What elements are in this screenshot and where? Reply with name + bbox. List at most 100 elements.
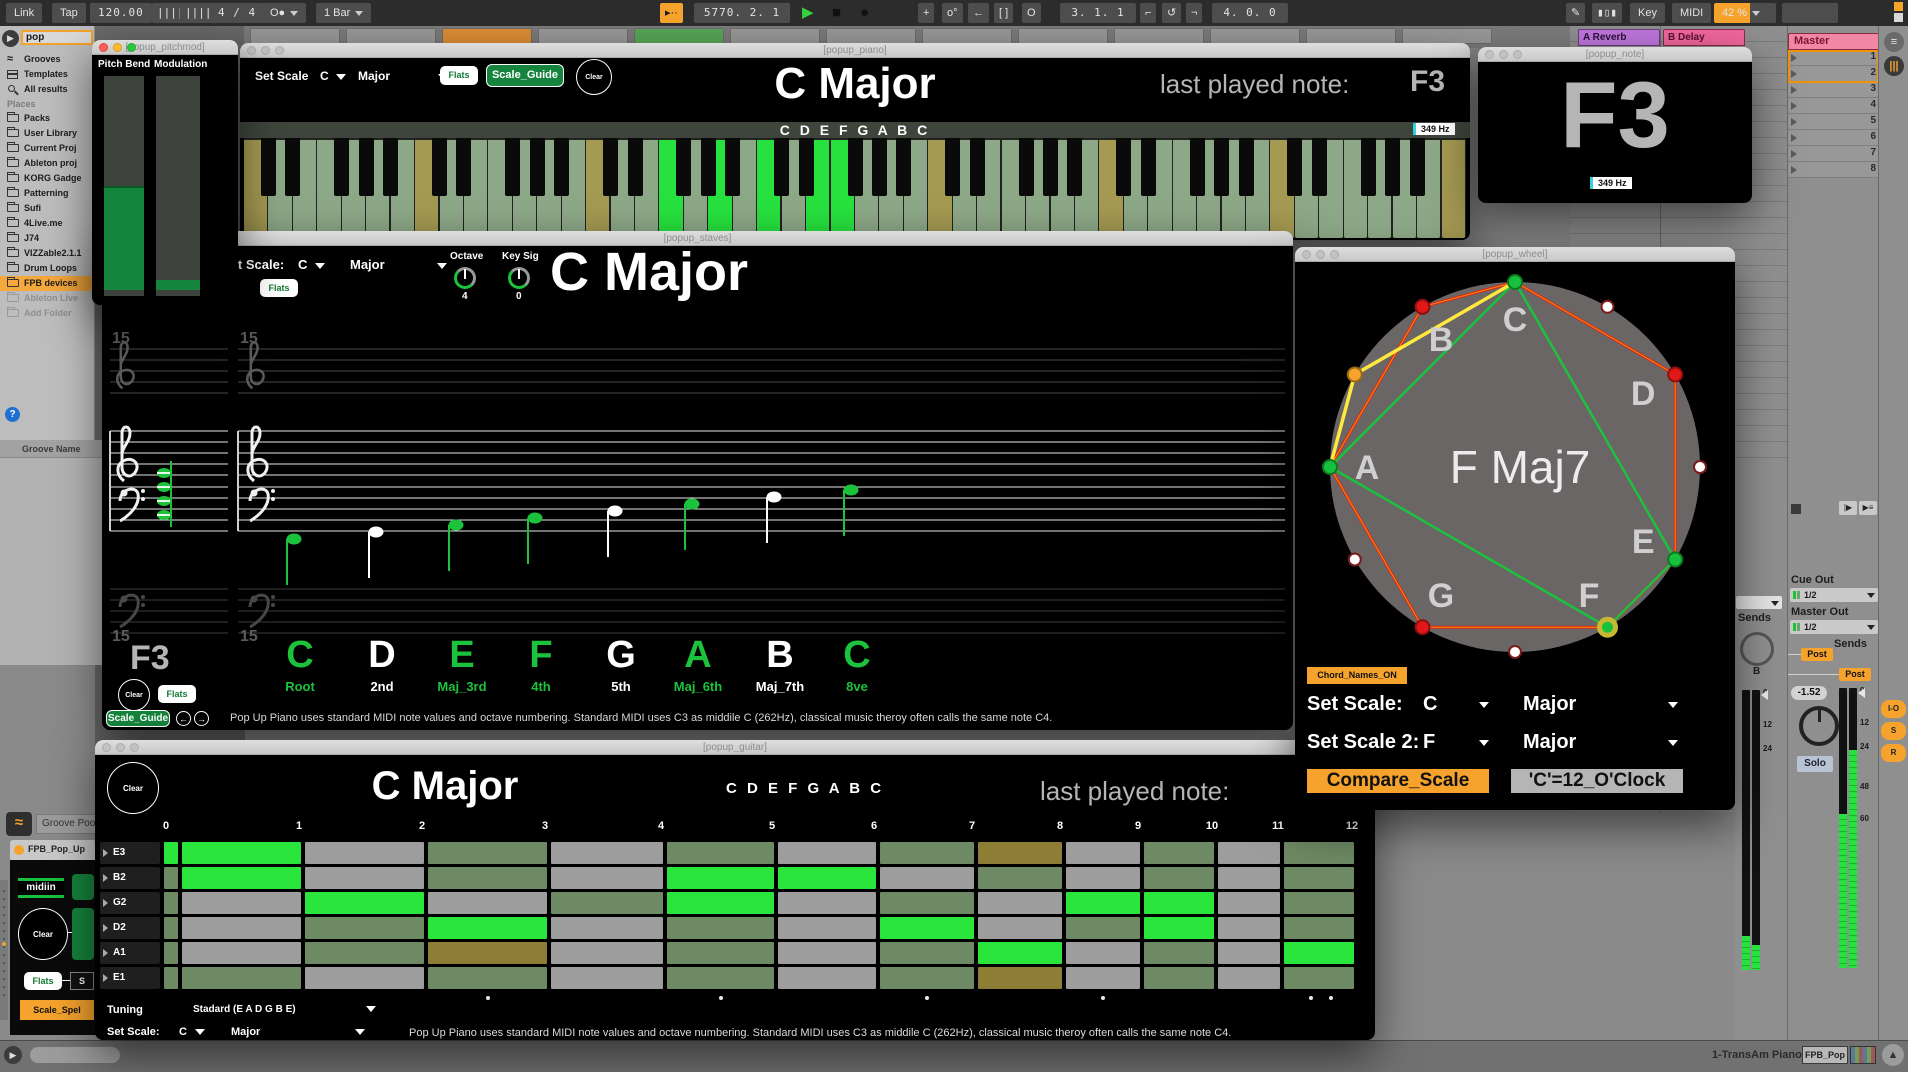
sidebar-item-fpb-devices[interactable]: FPB devices <box>0 276 94 291</box>
rail-button-r[interactable]: R <box>1881 744 1906 762</box>
minimize-icon[interactable] <box>116 743 125 752</box>
show-device-chain-icon[interactable]: ▲ <box>1882 1044 1904 1066</box>
preview-play-icon[interactable]: ▶ <box>4 1046 22 1064</box>
minimize-icon[interactable] <box>1499 50 1508 59</box>
staves-flats-button-2[interactable]: Flats <box>158 685 196 703</box>
piano-key-black[interactable] <box>725 138 740 196</box>
keysig-knob[interactable] <box>508 267 530 289</box>
piano-key-black[interactable] <box>872 138 887 196</box>
zoom-icon[interactable] <box>275 46 284 55</box>
device-thumbnail[interactable] <box>1850 1046 1876 1064</box>
piano-key-black[interactable] <box>1141 138 1156 196</box>
piano-key-black[interactable] <box>1019 138 1034 196</box>
piano-key-black[interactable] <box>1190 138 1205 196</box>
piano-key-black[interactable] <box>1385 138 1400 196</box>
send-a-post-button[interactable]: Post <box>1801 648 1833 661</box>
scene-follow-icon[interactable]: ▶≡ <box>1859 501 1877 515</box>
groove-pool-icon[interactable]: ≈ <box>6 812 32 836</box>
arrangement-position-field[interactable]: 5770. 2. 1 <box>694 3 790 23</box>
minimize-icon[interactable] <box>1316 250 1325 259</box>
sidebar-item-ableton-live[interactable]: Ableton Live <box>0 291 94 306</box>
wheel-note-dot-a[interactable] <box>1323 460 1337 474</box>
close-icon[interactable] <box>247 46 256 55</box>
piano-key-black[interactable] <box>505 138 520 196</box>
volume-fader-handle[interactable] <box>1858 688 1865 698</box>
key-map-button[interactable]: Key <box>1630 3 1665 23</box>
return-track-header-b[interactable]: B Delay <box>1663 29 1745 46</box>
piano-key-black[interactable] <box>285 138 300 196</box>
piano-key-black[interactable] <box>799 138 814 196</box>
stop-button[interactable]: ■ <box>832 3 841 23</box>
return-fader-handle[interactable] <box>1761 690 1768 700</box>
follow-button[interactable]: ▸·· <box>660 3 683 23</box>
time-signature-field[interactable]: 4 / 4 <box>210 3 264 23</box>
punch-out-icon[interactable]: ¬ <box>1186 3 1202 23</box>
wheel-note-dot-f[interactable] <box>1600 619 1616 635</box>
piano-root-selector[interactable]: C <box>320 69 346 83</box>
close-icon[interactable] <box>1485 50 1494 59</box>
piano-key-black[interactable] <box>676 138 691 196</box>
tempo-field[interactable]: 120.00 <box>90 3 152 23</box>
device-drag-handle[interactable] <box>0 880 8 1020</box>
piano-key-black[interactable] <box>1287 138 1302 196</box>
wheel-note-dot-fs[interactable] <box>1509 646 1521 658</box>
quantize-selector[interactable]: 1 Bar <box>316 3 371 23</box>
piano-key-black[interactable] <box>261 138 276 196</box>
wheel-note-dot-as[interactable] <box>1348 368 1362 382</box>
scene-slot-3[interactable]: 3 <box>1788 82 1879 98</box>
master-volume-field[interactable]: -1.52 <box>1791 686 1827 700</box>
master-track-header[interactable]: Master <box>1788 33 1879 50</box>
track-header[interactable] <box>634 28 724 44</box>
return-track-header-a[interactable]: A Reverb <box>1578 29 1660 46</box>
close-icon[interactable] <box>102 743 111 752</box>
play-button[interactable]: ▶ <box>802 3 814 23</box>
device-title-bar[interactable]: FPB_Pop_Up <box>10 840 96 860</box>
piano-key-black[interactable] <box>970 138 985 196</box>
staves-scale-guide-button[interactable]: Scale_Guide <box>106 710 170 727</box>
draw-mode-icon[interactable]: [ ] <box>994 3 1013 23</box>
octave-right-icon[interactable]: → <box>194 711 209 726</box>
scene-slot-4[interactable]: 4 <box>1788 98 1879 114</box>
automation-arm-icon[interactable]: O <box>1022 3 1041 23</box>
scene-play-icon[interactable] <box>1791 118 1797 126</box>
track-header[interactable] <box>1306 28 1396 44</box>
overdub-icon[interactable]: o° <box>942 3 963 23</box>
wheel-note-dot-gs[interactable] <box>1349 554 1361 566</box>
computer-midi-keyboard-icon[interactable]: ▮▯▮ <box>1592 3 1622 23</box>
piano-key-black[interactable] <box>432 138 447 196</box>
piano-title-bar[interactable]: [popup_piano] <box>240 43 1470 58</box>
track-header[interactable] <box>442 28 532 44</box>
solo-button[interactable]: Solo <box>1797 756 1833 772</box>
piano-key-black[interactable] <box>1116 138 1131 196</box>
piano-key-black[interactable] <box>628 138 643 196</box>
device-flats-button[interactable]: Flats <box>24 972 62 990</box>
browser-category-templates[interactable]: Templates <box>0 67 94 82</box>
cue-out-selector[interactable]: 1/2 <box>1790 588 1878 602</box>
close-icon[interactable] <box>99 43 108 52</box>
minimize-icon[interactable] <box>261 46 270 55</box>
modulation-slider[interactable] <box>156 76 200 296</box>
piano-flats-button[interactable]: Flats <box>440 66 478 85</box>
scene-slot-2[interactable]: 2 <box>1788 66 1879 82</box>
scene-play-icon[interactable] <box>1791 134 1797 142</box>
loop-start-field[interactable]: 3. 1. 1 <box>1060 3 1136 23</box>
scene-play-icon[interactable] <box>1791 86 1797 94</box>
browser-category-all-results[interactable]: All results <box>0 82 94 97</box>
track-header[interactable] <box>922 28 1012 44</box>
piano-key-black[interactable] <box>456 138 471 196</box>
piano-clear-button[interactable]: Clear <box>576 59 612 95</box>
piano-key-black[interactable] <box>530 138 545 196</box>
piano-key-black[interactable] <box>896 138 911 196</box>
track-header[interactable] <box>1402 28 1492 44</box>
zoom-icon[interactable] <box>127 43 136 52</box>
close-icon[interactable] <box>1302 250 1311 259</box>
clock-orientation-button[interactable]: 'C'=12_O'Clock <box>1511 769 1683 793</box>
piano-key-black[interactable] <box>1361 138 1376 196</box>
cpu-meter[interactable]: 42 % <box>1714 3 1776 23</box>
piano-key-black[interactable] <box>554 138 569 196</box>
scene-overview-icon[interactable]: ≡ <box>1884 32 1904 52</box>
browser-nav-icon[interactable]: ▶ <box>2 30 19 47</box>
octave-knob[interactable] <box>454 267 476 289</box>
compare-scale-button[interactable]: Compare_Scale <box>1307 769 1489 793</box>
sidebar-item-vizzable2-1-1[interactable]: VIZZable2.1.1 <box>0 246 94 261</box>
